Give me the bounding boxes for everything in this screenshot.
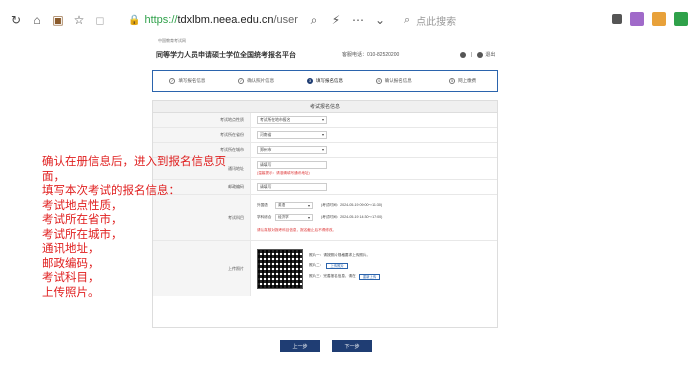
extension-purple-icon[interactable]: [630, 12, 644, 26]
step-label: 填写报名信息: [315, 78, 343, 83]
step-label: 确认报名信息: [384, 78, 412, 83]
lock-icon: 🔒: [128, 14, 141, 26]
step-2: ✓ 确认照片信息: [222, 71, 291, 91]
step-label: 填写报名信息: [178, 78, 206, 83]
exam-name: 学科综合: [257, 215, 272, 219]
exam-province-select[interactable]: 河南省: [257, 131, 327, 139]
page-title: 同等学力人员申请硕士学位全国统考报名平台: [156, 52, 296, 59]
reupload-photo-button[interactable]: 重新上传: [358, 273, 381, 280]
step-number-icon: 5: [449, 78, 456, 84]
annotation-line: 考试所在省市，: [42, 214, 123, 226]
exam-location-type-select[interactable]: 考试所在地市报名: [257, 116, 327, 124]
step-label: 确认照片信息: [247, 78, 275, 83]
url-host: tdxlbm.neea.edu.cn: [177, 14, 274, 26]
form-header: 考试报名信息: [153, 101, 497, 113]
prev-button[interactable]: 上一步: [280, 340, 320, 352]
annotation-line: 考试地点性质，: [42, 199, 123, 212]
photo-line-2: 照片二： 上传照片: [309, 262, 380, 269]
annotation-line: 考试所在城市，: [42, 228, 123, 241]
chevron-down-icon[interactable]: ⌄: [372, 13, 388, 27]
search-icon: ⌕: [404, 13, 411, 26]
row-exam-province: 考试所在省份 河南省: [153, 128, 497, 143]
user-area[interactable]: | 退出: [458, 51, 495, 58]
exam-city-select[interactable]: 郑州市: [257, 146, 327, 154]
logout-link[interactable]: 退出: [485, 51, 495, 58]
extension-orange-icon[interactable]: [652, 12, 666, 26]
step-5: 5 网上缴费: [428, 71, 497, 91]
site-header: 中国教育考试网: [158, 38, 186, 43]
bookmark-icon[interactable]: ◻: [92, 12, 108, 28]
step-check-icon: ✓: [238, 78, 245, 84]
photo-line-1: 照片一：请按照片规格要求上传照片。: [309, 253, 380, 258]
annotation-line: 填写本次考试的报名信息：: [42, 185, 180, 197]
step-1: ✓ 填写报名信息: [153, 71, 222, 91]
user-icon: [460, 51, 466, 58]
service-phone: 客服电话：010-82520200: [342, 52, 400, 58]
photo-line-text: 照片三：完善报名信息，请在: [309, 274, 356, 278]
briefcase-icon[interactable]: ▣: [50, 12, 66, 28]
scissors-icon[interactable]: [612, 14, 622, 24]
exam-line-1: 外国语 英语 (考试时间：2024-05-19 09:00～11:30): [257, 202, 491, 209]
browser-toolbar: ↻ ⌂ ▣ ☆ ◻ 🔒 https:// tdxlbm.neea.edu.cn …: [0, 0, 696, 40]
search-placeholder: 点此搜索: [416, 16, 457, 28]
annotation-text: 确认在册信息后，进入到报名信息页面， 填写本次考试的报名信息： 考试地点性质， …: [42, 155, 232, 300]
row-exam-location-type: 考试地点性质 考试所在地市报名: [153, 113, 497, 128]
address-input[interactable]: 请填写: [257, 161, 327, 169]
annotation-line: 邮政编码，: [42, 257, 100, 270]
progress-steps: ✓ 填写报名信息 ✓ 确认照片信息 3 填写报名信息 4 确认报名信息 5 网上缴费: [152, 70, 498, 92]
exam-note: 请认真核对报考科目信息，报名截止后不得修改。: [257, 228, 337, 232]
exam-subject-select[interactable]: 经济学: [275, 214, 313, 221]
annotation-line: 上传照片。: [42, 286, 100, 299]
field-label: 考试地点性质: [153, 113, 251, 127]
exam-time: (考试时间：2024-05-19 14:30～17:00): [321, 215, 383, 219]
step-4: 4 确认报名信息: [359, 71, 428, 91]
annotation-line: 确认在册信息后，进入到报名信息页面，: [42, 156, 226, 183]
photo-line-text: 照片一：请按照片规格要求上传照片。: [309, 252, 371, 257]
photo-line-text: 照片二：: [309, 263, 324, 267]
logout-icon: [477, 51, 484, 58]
annotation-line: 通讯地址，: [42, 243, 100, 255]
reload-icon[interactable]: ↻: [8, 12, 24, 28]
step-number-icon: 3: [306, 78, 313, 84]
address-bar[interactable]: 🔒 https:// tdxlbm.neea.edu.cn /user: [122, 9, 298, 31]
annotation-line: 考试科目，: [42, 272, 100, 284]
url-path: /user: [273, 14, 298, 26]
address-note: (温馨提示：请准确填写通讯地址): [257, 171, 310, 175]
exam-line-2: 学科综合 经济学 (考试时间：2024-05-19 14:30～17:00): [257, 214, 491, 221]
url-scheme: https://: [144, 14, 178, 26]
field-label: 考试所在省份: [153, 128, 251, 142]
upload-photo-button[interactable]: 上传照片: [326, 262, 348, 269]
browser-search[interactable]: ⌕ 点此搜索: [404, 10, 604, 30]
star-icon[interactable]: ☆: [71, 12, 87, 28]
step-check-icon: ✓: [169, 78, 176, 84]
qr-code: [257, 248, 303, 289]
home-icon[interactable]: ⌂: [29, 12, 45, 28]
step-navigation: 上一步 下一步: [280, 340, 384, 352]
step-3: 3 填写报名信息: [291, 71, 360, 91]
search-icon[interactable]: ⌕: [306, 13, 322, 28]
exam-name: 外国语: [257, 203, 268, 207]
photo-line-3: 照片三：完善报名信息，请在 重新上传: [309, 273, 381, 280]
extension-green-icon[interactable]: [674, 12, 688, 26]
exam-subject-select[interactable]: 英语: [275, 202, 313, 209]
postcode-input[interactable]: 请填写: [257, 183, 327, 191]
exam-time: (考试时间：2024-05-19 09:00～11:30): [321, 203, 383, 207]
more-icon[interactable]: ⋯: [350, 13, 366, 27]
next-button[interactable]: 下一步: [332, 340, 372, 352]
step-label: 网上缴费: [458, 78, 477, 83]
step-number-icon: 4: [375, 78, 382, 84]
lightning-icon[interactable]: ⚡: [328, 13, 344, 27]
